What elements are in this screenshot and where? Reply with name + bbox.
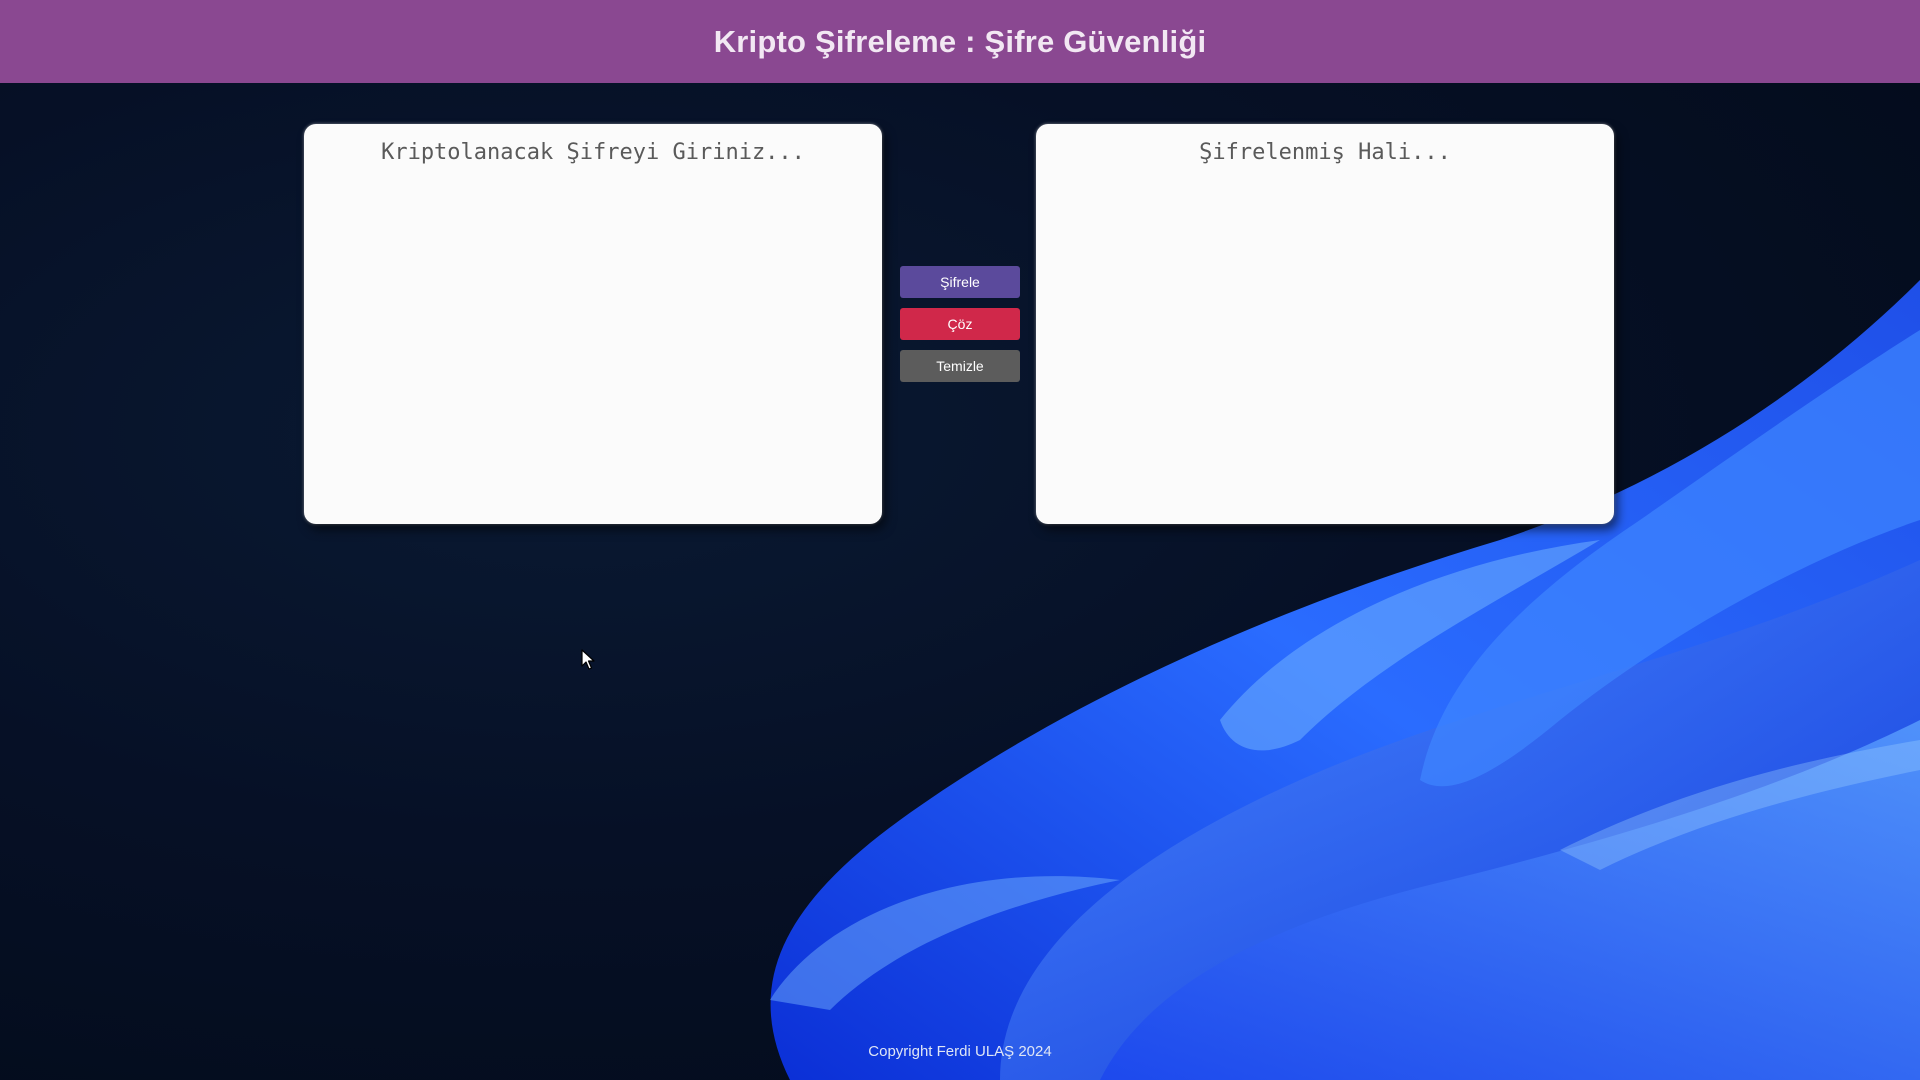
mouse-pointer-icon bbox=[581, 649, 595, 670]
page-title: Kripto Şifreleme : Şifre Güvenliği bbox=[713, 23, 1207, 59]
decrypt-button[interactable]: Çöz bbox=[900, 308, 1020, 340]
footer-copyright: Copyright Ferdi ULAŞ 2024 bbox=[868, 1043, 1052, 1060]
action-buttons: Şifrele Çöz Temizle bbox=[900, 266, 1020, 382]
plaintext-input[interactable] bbox=[304, 124, 882, 524]
encrypt-button[interactable]: Şifrele bbox=[900, 266, 1020, 298]
output-panel bbox=[1036, 124, 1614, 524]
input-panel bbox=[304, 124, 882, 524]
ciphertext-output[interactable] bbox=[1036, 124, 1614, 524]
clear-button[interactable]: Temizle bbox=[900, 350, 1020, 382]
app-header: Kripto Şifreleme : Şifre Güvenliği bbox=[0, 0, 1920, 83]
desktop-wallpaper bbox=[770, 280, 1920, 1080]
